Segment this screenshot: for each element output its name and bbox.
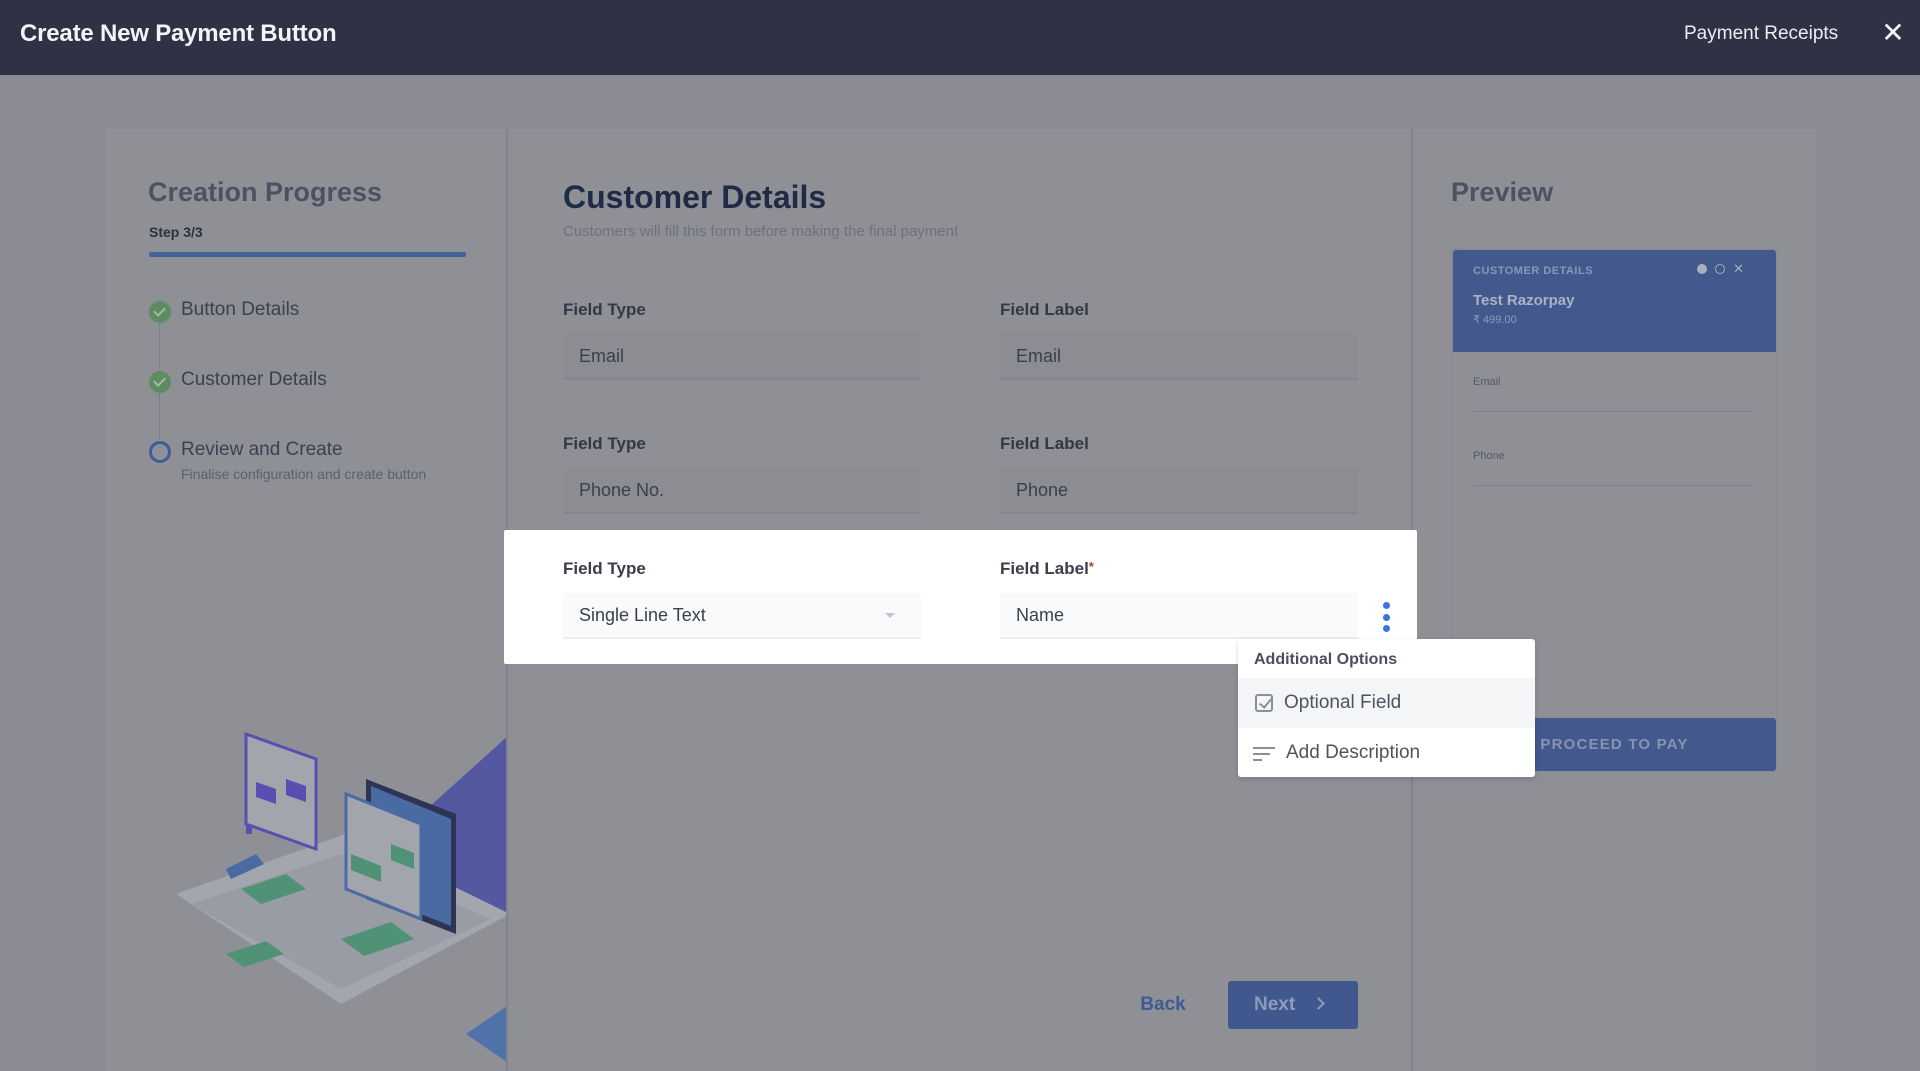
preview-panel: Preview CUSTOMER DETAILS ✕ Test Razorpay… xyxy=(1413,129,1816,1071)
preview-amount: ₹ 499.00 xyxy=(1473,314,1517,326)
checkbox-icon xyxy=(1255,694,1273,712)
ring-icon xyxy=(1715,264,1726,274)
close-icon: ✕ xyxy=(1733,261,1744,276)
field-row-email: Field Type Email Field Label Email xyxy=(563,300,1358,380)
payment-receipts-link[interactable]: Payment Receipts xyxy=(1684,23,1838,45)
section-title: Customer Details xyxy=(563,179,827,215)
field-label-input[interactable]: Phone xyxy=(1000,468,1358,514)
field-type-label: Field Type xyxy=(563,434,646,453)
progress-bar xyxy=(149,252,466,257)
field-type-select[interactable]: Single Line Text xyxy=(563,593,921,639)
field-label-label: Field Label xyxy=(1000,300,1089,319)
creation-progress-panel: Creation Progress Step 3/3 Button Detail… xyxy=(106,129,508,1071)
close-icon[interactable]: ✕ xyxy=(1880,18,1906,48)
additional-options-menu: Additional Options Optional Field Add De… xyxy=(1238,639,1535,777)
progress-bar-fill xyxy=(149,252,466,257)
field-type-label: Field Type xyxy=(563,559,646,578)
menu-item-label: Optional Field xyxy=(1284,692,1402,713)
dot-icon xyxy=(1697,264,1708,274)
field-type-select[interactable]: Phone No. xyxy=(563,468,921,514)
preview-card-label: CUSTOMER DETAILS xyxy=(1473,265,1594,277)
step-indicator: Step 3/3 xyxy=(149,224,203,240)
chevron-right-icon xyxy=(1312,997,1325,1010)
field-type-select[interactable]: Email xyxy=(563,334,921,380)
step-connector xyxy=(159,323,160,369)
payment-illustration xyxy=(176,731,506,1062)
top-bar: Create New Payment Button Payment Receip… xyxy=(0,0,1920,75)
step-label: Customer Details xyxy=(181,369,327,390)
page-title: Create New Payment Button xyxy=(20,20,337,47)
check-circle-icon xyxy=(149,371,171,393)
empty-circle-icon xyxy=(149,441,171,463)
required-asterisk: * xyxy=(1088,559,1094,574)
preview-field-label: Email xyxy=(1473,376,1501,388)
field-type-value: Single Line Text xyxy=(579,605,706,625)
preview-field-phone: Phone xyxy=(1473,446,1753,486)
illustration-shape xyxy=(466,1006,506,1062)
menu-item-add-description[interactable]: Add Description xyxy=(1238,728,1535,778)
field-label-label: Field Label* xyxy=(1000,559,1358,583)
section-subtitle: Customers will fill this form before mak… xyxy=(563,223,959,240)
caret-down-icon xyxy=(885,613,895,618)
menu-item-label: Add Description xyxy=(1286,742,1421,763)
step-connector xyxy=(159,393,160,439)
step-sublabel: Finalise configuration and create button xyxy=(181,466,427,482)
preview-card-header: CUSTOMER DETAILS ✕ Test Razorpay ₹ 499.0… xyxy=(1453,250,1776,352)
field-type-label: Field Type xyxy=(563,300,646,319)
preview-field-label: Phone xyxy=(1473,450,1505,462)
field-label-input[interactable]: Email xyxy=(1000,334,1358,380)
field-row-phone: Field Type Phone No. Field Label Phone xyxy=(563,434,1358,514)
back-button[interactable]: Back xyxy=(1127,980,1199,1030)
step-label: Button Details xyxy=(181,299,300,320)
field-label-text: Field Label xyxy=(1000,559,1089,578)
step-label: Review and Create xyxy=(181,439,343,460)
field-label-label: Field Label xyxy=(1000,434,1089,453)
next-button-label: Next xyxy=(1254,994,1296,1015)
preview-field-email: Email xyxy=(1473,372,1753,412)
menu-heading: Additional Options xyxy=(1254,651,1398,668)
preview-title: Preview xyxy=(1451,177,1554,207)
field-label-input[interactable]: Name xyxy=(1000,593,1358,639)
menu-item-optional-field[interactable]: Optional Field xyxy=(1238,678,1535,728)
more-options-icon[interactable] xyxy=(1378,600,1394,634)
creation-progress-title: Creation Progress xyxy=(148,177,383,207)
check-circle-icon xyxy=(149,301,171,323)
text-lines-icon xyxy=(1253,742,1275,764)
preview-merchant-name: Test Razorpay xyxy=(1473,292,1575,309)
next-button[interactable]: Next xyxy=(1228,981,1358,1029)
field-row-name: Field Type Single Line Text Field Label*… xyxy=(563,559,1358,639)
